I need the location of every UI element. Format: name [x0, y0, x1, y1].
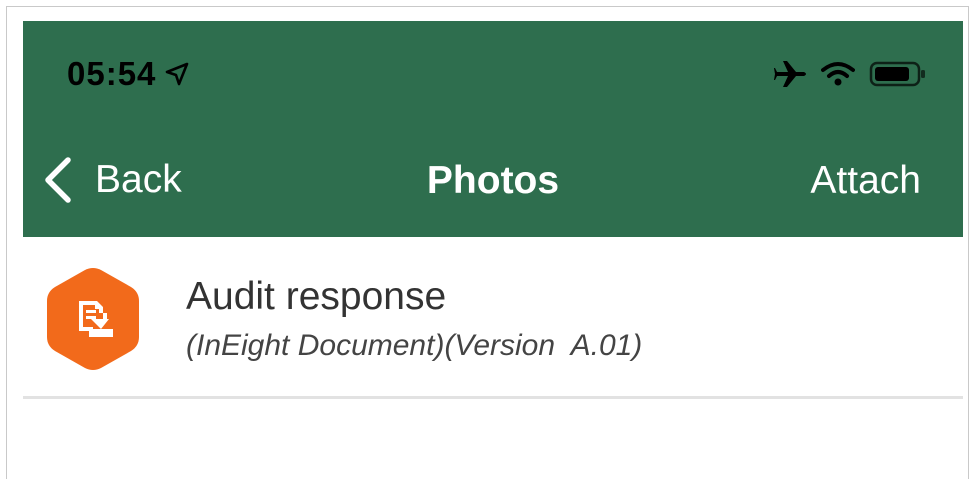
wifi-icon [821, 62, 855, 86]
document-icon [47, 268, 139, 370]
location-arrow-icon [166, 62, 189, 86]
status-bar-time: 05:54 [67, 55, 190, 93]
attach-button[interactable]: Attach [810, 159, 921, 203]
list-item-subtitle: (InEight Document)(Version A.01) [186, 329, 643, 362]
airplane-icon [774, 61, 806, 87]
status-time-text: 05:54 [67, 55, 157, 92]
header: 05:54 Back Photos Attach [23, 21, 963, 237]
battery-icon [869, 61, 925, 87]
navigation-bar: Back Photos Attach [23, 151, 963, 211]
list-item[interactable]: Audit response (InEight Document)(Versio… [23, 237, 963, 397]
list-item-title: Audit response [186, 275, 447, 318]
app-screen: 05:54 Back Photos Attach Audit response … [23, 21, 963, 479]
divider [23, 396, 963, 399]
status-bar-indicators [773, 59, 927, 89]
